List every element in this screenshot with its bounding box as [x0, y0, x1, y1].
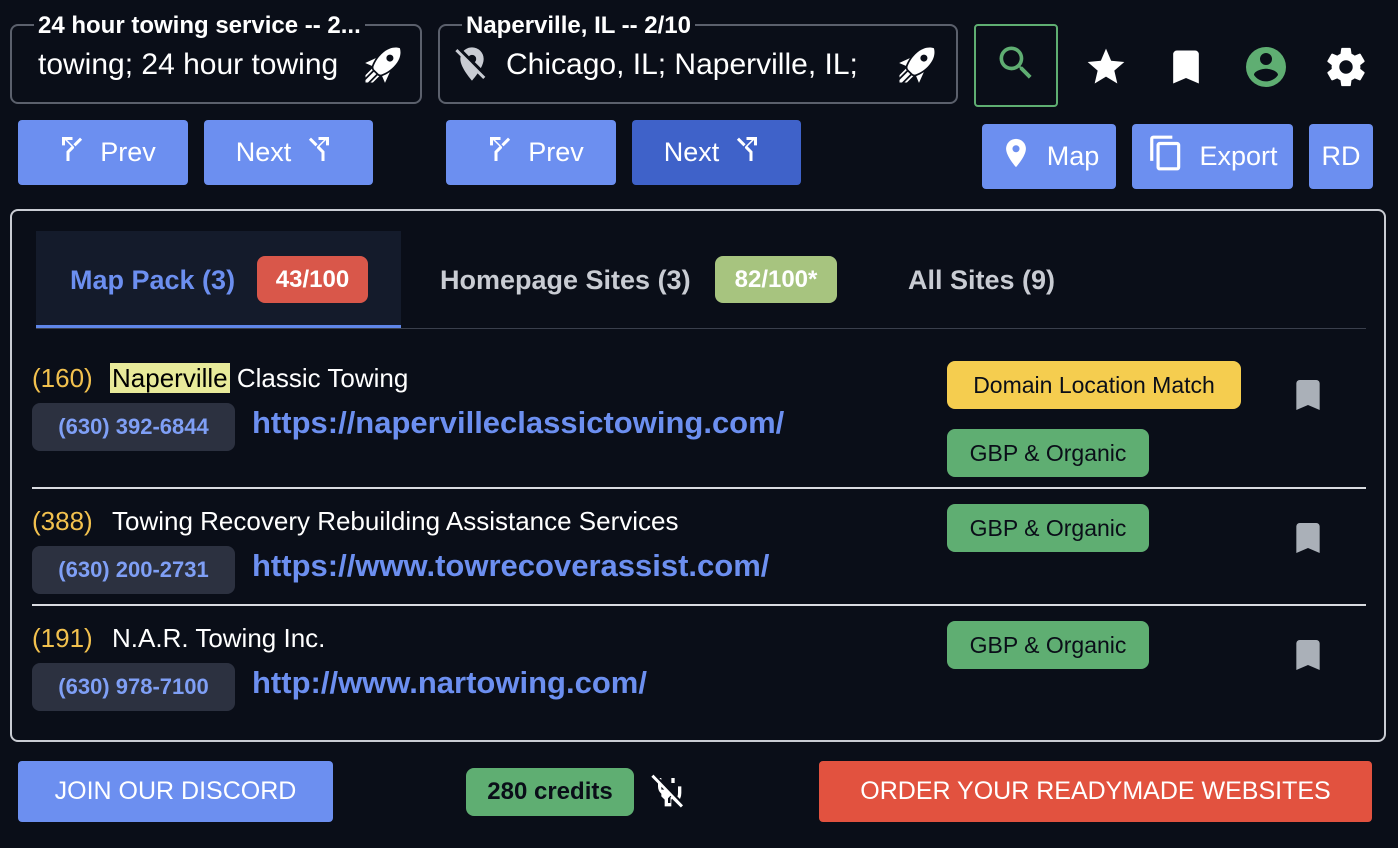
- gbp-organic-tag: GBP & Organic: [947, 621, 1149, 669]
- result-phone[interactable]: (630) 978-7100: [32, 663, 235, 711]
- result-rank: (160): [32, 363, 93, 393]
- result-url[interactable]: https://napervilleclassictowing.com/: [252, 405, 784, 441]
- prev-label: Prev: [100, 137, 156, 167]
- prev-label: Prev: [528, 137, 584, 167]
- result-phone[interactable]: (630) 392-6844: [32, 403, 235, 451]
- tab-map-pack[interactable]: Map Pack (3) 43/100: [36, 231, 401, 328]
- gbp-organic-tag: GBP & Organic: [947, 429, 1149, 477]
- order-websites-button[interactable]: ORDER YOUR READYMADE WEBSITES: [819, 761, 1372, 822]
- domain-location-match-tag: Domain Location Match: [947, 361, 1241, 409]
- bookmark-icon[interactable]: [1164, 45, 1208, 94]
- search-icon: [994, 41, 1038, 90]
- export-button[interactable]: Export: [1132, 124, 1293, 189]
- gbp-organic-tag: GBP & Organic: [947, 504, 1149, 552]
- next-label: Next: [235, 137, 292, 167]
- result-url[interactable]: https://www.towrecoverassist.com/: [252, 548, 769, 584]
- row-divider: [32, 487, 1366, 489]
- location-prev-button[interactable]: Prev: [446, 120, 616, 185]
- power-plug-off-icon[interactable]: [648, 771, 688, 820]
- keyword-field[interactable]: 24 hour towing service -- 2... towing; 2…: [10, 12, 422, 104]
- merge-right-icon: [733, 131, 769, 174]
- map-button[interactable]: Map: [982, 124, 1116, 189]
- star-icon[interactable]: [1084, 45, 1128, 94]
- location-highlight: Naperville: [110, 363, 230, 393]
- keyword-next-button[interactable]: Next: [204, 120, 373, 185]
- tab-homepage-sites-score-badge: 82/100*: [715, 256, 837, 303]
- keyword-field-value[interactable]: towing; 24 hour towing: [38, 48, 344, 82]
- result-name-rest: Classic Towing: [229, 363, 409, 393]
- rd-button[interactable]: RD: [1309, 124, 1373, 189]
- gear-icon[interactable]: [1323, 44, 1369, 95]
- result-rank: (191): [32, 623, 93, 653]
- tabs-divider: [36, 328, 1366, 329]
- row-divider: [32, 604, 1366, 606]
- merge-left-icon: [50, 131, 86, 174]
- tab-homepage-sites-label: Homepage Sites (3): [440, 265, 691, 295]
- order-websites-label: ORDER YOUR READYMADE WEBSITES: [860, 777, 1331, 805]
- location-next-button[interactable]: Next: [632, 120, 801, 185]
- keyword-field-legend: 24 hour towing service -- 2...: [34, 12, 365, 40]
- credits-label: 280 credits: [487, 778, 613, 805]
- location-field-value[interactable]: Chicago, IL; Naperville, IL;: [506, 48, 878, 82]
- result-name: Towing Recovery Rebuilding Assistance Se…: [112, 506, 679, 536]
- rocket-icon[interactable]: [896, 44, 938, 86]
- copy-icon: [1147, 134, 1185, 179]
- search-button[interactable]: [974, 24, 1058, 107]
- result-url[interactable]: http://www.nartowing.com/: [252, 665, 647, 701]
- location-field[interactable]: Naperville, IL -- 2/10 Chicago, IL; Nape…: [438, 12, 958, 104]
- result-rank: (388): [32, 506, 93, 536]
- tab-map-pack-score-badge: 43/100: [257, 256, 368, 303]
- bookmark-icon[interactable]: [1288, 516, 1328, 565]
- keyword-prev-button[interactable]: Prev: [18, 120, 188, 185]
- rocket-icon[interactable]: [362, 44, 404, 86]
- next-label: Next: [663, 137, 720, 167]
- tab-all-sites-label: All Sites (9): [908, 265, 1056, 295]
- bookmark-icon[interactable]: [1288, 373, 1328, 422]
- join-discord-button[interactable]: JOIN OUR DISCORD: [18, 761, 333, 822]
- location-off-icon[interactable]: [452, 44, 492, 89]
- bookmark-icon[interactable]: [1288, 633, 1328, 682]
- location-field-legend: Naperville, IL -- 2/10: [462, 12, 695, 40]
- export-label: Export: [1199, 141, 1278, 171]
- tab-all-sites[interactable]: All Sites (9): [892, 231, 1082, 328]
- tab-homepage-sites[interactable]: Homepage Sites (3) 82/100*: [422, 231, 852, 328]
- map-label: Map: [1046, 141, 1100, 171]
- map-pin-icon: [999, 136, 1033, 177]
- list-item: (388) Towing Recovery Rebuilding Assista…: [32, 501, 1366, 601]
- merge-left-icon: [478, 131, 514, 174]
- result-phone[interactable]: (630) 200-2731: [32, 546, 235, 594]
- merge-right-icon: [305, 131, 341, 174]
- rd-label: RD: [1321, 141, 1361, 171]
- result-name: Naperville Classic Towing: [110, 363, 408, 394]
- list-item: (191) N.A.R. Towing Inc. (630) 978-7100 …: [32, 618, 1366, 718]
- account-icon[interactable]: [1242, 43, 1290, 96]
- credits-badge: 280 credits: [466, 768, 634, 816]
- tab-map-pack-label: Map Pack (3): [70, 265, 236, 295]
- result-name: N.A.R. Towing Inc.: [112, 623, 326, 653]
- list-item: (160) Naperville Classic Towing (630) 39…: [32, 351, 1366, 481]
- join-discord-label: JOIN OUR DISCORD: [54, 777, 297, 805]
- results-panel: Map Pack (3) 43/100 Homepage Sites (3) 8…: [10, 209, 1386, 742]
